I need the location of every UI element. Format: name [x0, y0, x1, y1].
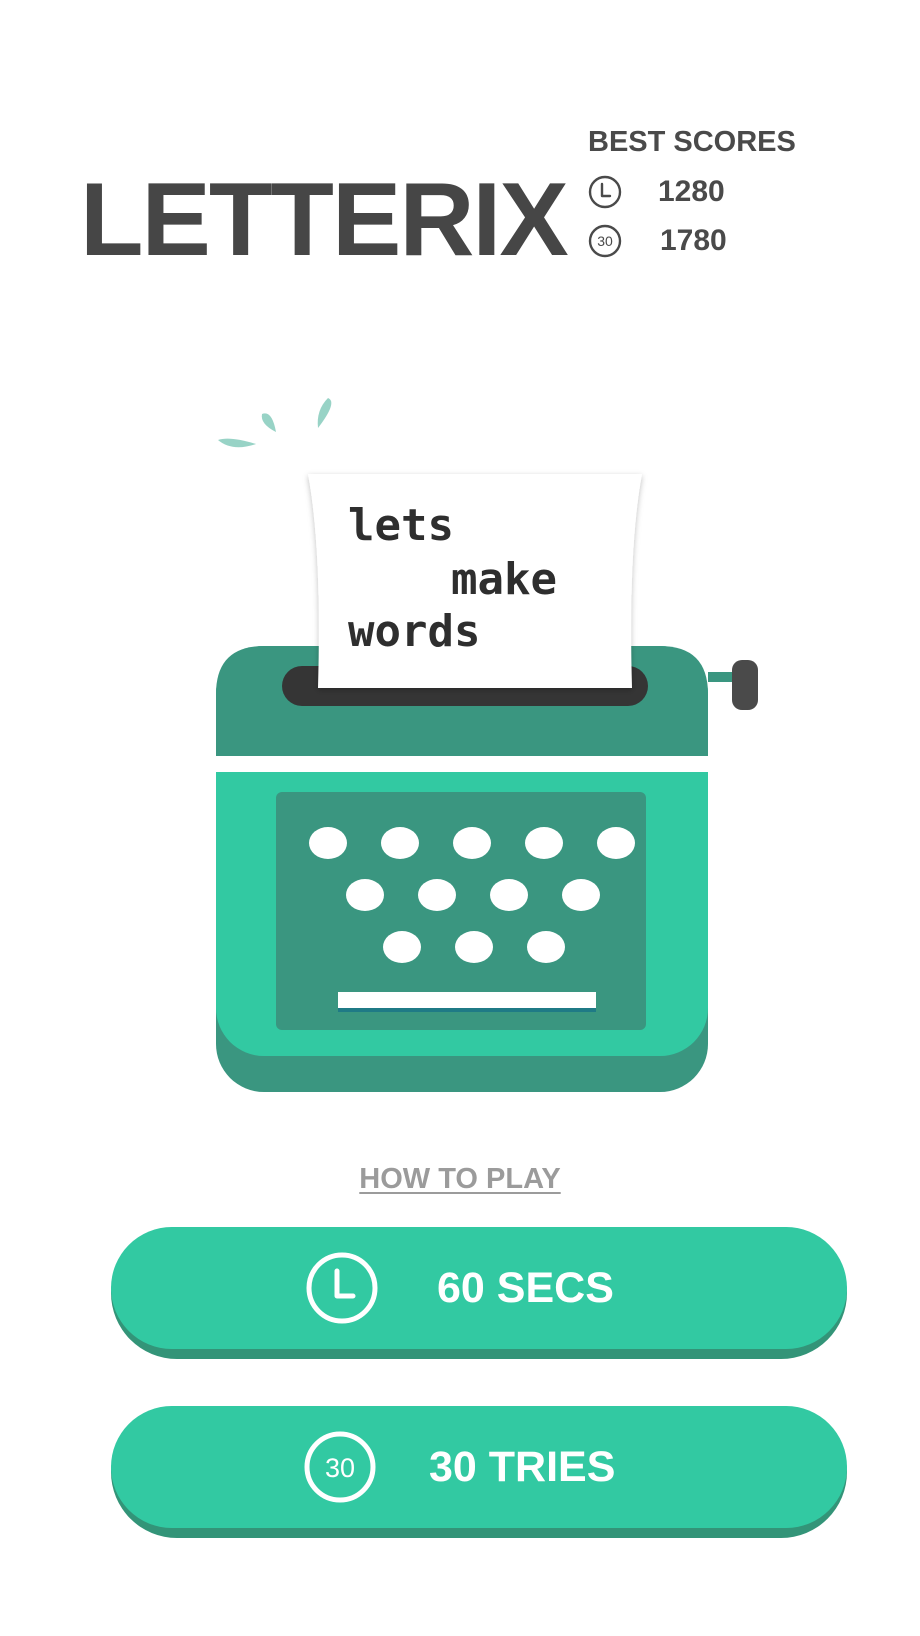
game-title: LETTERIX — [80, 162, 569, 278]
typewriter-illustration: lets make words — [200, 380, 780, 1100]
timed-mode-button[interactable]: 60 SECS — [111, 1227, 847, 1359]
thirty-badge-text: 30 — [325, 1453, 355, 1483]
splash-drop-bottom — [218, 438, 256, 448]
splash-drop-left — [261, 413, 276, 432]
splash-drop-right — [317, 398, 332, 428]
best-score-tries-row: 30 1780 — [588, 222, 808, 260]
how-to-play-link[interactable]: HOW TO PLAY — [0, 1163, 920, 1196]
paper-line-2: make — [451, 554, 557, 605]
timed-mode-label: 60 SECS — [437, 1264, 614, 1312]
spacebar — [338, 992, 596, 1008]
thirty-badge-icon: 30 — [303, 1430, 377, 1504]
best-score-tries-value: 1780 — [660, 224, 727, 257]
tries-mode-label: 30 TRIES — [429, 1443, 616, 1491]
clock-icon — [305, 1251, 379, 1325]
paper-message: lets make words — [296, 468, 632, 688]
thirty-badge-icon: 30 — [588, 224, 622, 258]
paper-line-1: lets — [348, 500, 454, 551]
best-scores-heading: BEST SCORES — [588, 126, 796, 158]
thirty-badge-text: 30 — [597, 233, 613, 249]
best-scores-panel: BEST SCORES 1280 30 1780 — [588, 126, 808, 271]
best-score-timed-value: 1280 — [658, 175, 725, 208]
paper-line-3: words — [348, 606, 481, 657]
tries-mode-button[interactable]: 30 30 TRIES — [111, 1406, 847, 1538]
clock-icon — [588, 175, 622, 209]
best-score-timed-row: 1280 — [588, 173, 808, 211]
